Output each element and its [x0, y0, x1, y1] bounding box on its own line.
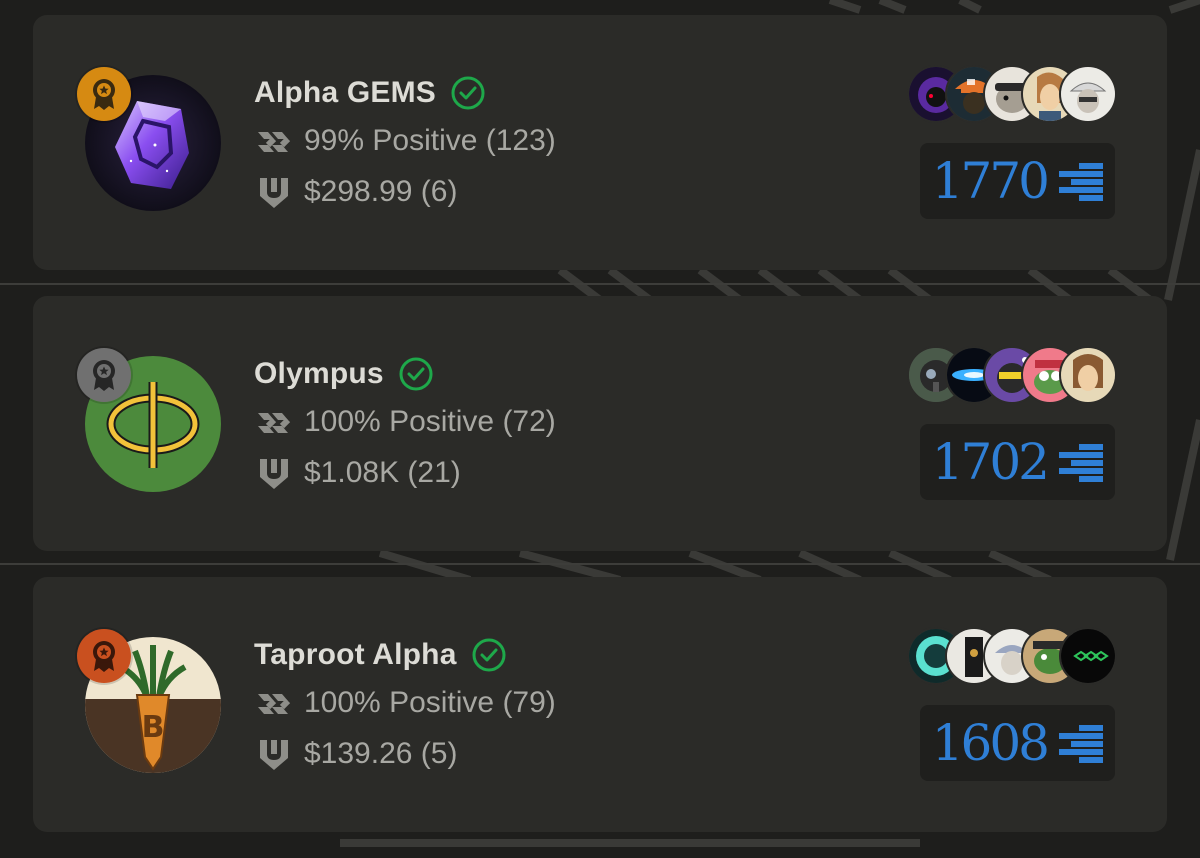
score-value: 1608 [931, 714, 1050, 772]
leaderboard-list: Alpha GEMS 99% Positive (123) $298.99 (6… [33, 15, 1167, 858]
silver-award-icon [77, 348, 131, 402]
stacked-bars-icon [1059, 161, 1103, 201]
white-cap-avatar [1059, 65, 1117, 123]
green-cubes-avatar [1059, 627, 1117, 685]
score-value: 1702 [931, 433, 1050, 491]
sales-text: $298.99 (6) [304, 175, 458, 208]
shield-sales-icon [254, 453, 294, 493]
score-badge[interactable]: 1608 [919, 705, 1115, 781]
verified-check-icon [450, 75, 486, 111]
gold-award-icon [77, 67, 131, 121]
group-name[interactable]: Olympus [254, 357, 384, 391]
verified-check-icon [471, 637, 507, 673]
rating-text: 99% Positive (123) [304, 124, 556, 157]
verified-check-icon [398, 356, 434, 392]
svg-text:B: B [142, 710, 165, 745]
group-name[interactable]: Taproot Alpha [254, 638, 457, 672]
score-badge[interactable]: 1770 [919, 143, 1115, 219]
rating-text: 100% Positive (79) [304, 686, 556, 719]
member-avatar-stack[interactable] [907, 65, 1117, 123]
rating-icon [254, 121, 294, 161]
score-badge[interactable]: 1702 [919, 424, 1115, 500]
portrait-avatar [1059, 346, 1117, 404]
group-name[interactable]: Alpha GEMS [254, 76, 436, 110]
member-avatar-stack[interactable] [907, 627, 1117, 685]
rating-text: 100% Positive (72) [304, 405, 556, 438]
sales-text: $1.08K (21) [304, 456, 461, 489]
member-avatar-stack[interactable] [907, 346, 1117, 404]
rating-icon [254, 683, 294, 723]
leaderboard-card[interactable]: Alpha GEMS 99% Positive (123) $298.99 (6… [33, 15, 1167, 270]
shield-sales-icon [254, 734, 294, 774]
leaderboard-card[interactable]: B Taproot Alpha 100% Positive (79) $139.… [33, 577, 1167, 832]
stacked-bars-icon [1059, 442, 1103, 482]
stacked-bars-icon [1059, 723, 1103, 763]
shield-sales-icon [254, 172, 294, 212]
leaderboard-card[interactable]: Olympus 100% Positive (72) $1.08K (21) 1… [33, 296, 1167, 551]
score-value: 1770 [931, 152, 1050, 210]
sales-text: $139.26 (5) [304, 737, 458, 770]
rating-icon [254, 402, 294, 442]
bronze-award-icon [77, 629, 131, 683]
